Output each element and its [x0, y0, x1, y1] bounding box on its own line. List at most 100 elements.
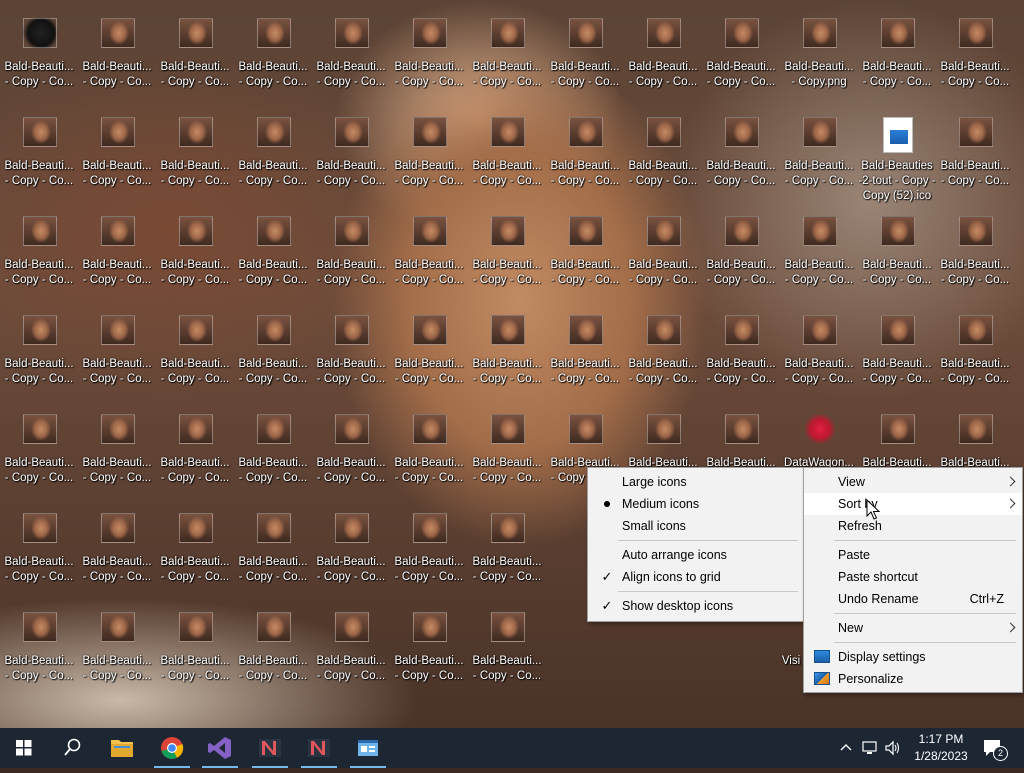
desktop-file-icon[interactable]: Bald-Beauti...- Copy - Co...: [468, 307, 546, 403]
desktop-file-icon[interactable]: Bald-Beauti...- Copy - Co...: [468, 109, 546, 205]
desktop-file-icon[interactable]: Bald-Beauti...- Copy - Co...: [234, 307, 312, 403]
desktop-file-icon[interactable]: Bald-Beauti...- Copy - Co...: [390, 604, 468, 700]
app-n-button-2[interactable]: [295, 728, 343, 768]
desktop-file-icon[interactable]: Bald-Beauti...- Copy - Co...: [624, 10, 702, 106]
search-button[interactable]: [48, 728, 96, 768]
menu-item-new[interactable]: New: [804, 617, 1022, 639]
desktop-file-icon[interactable]: Bald-Beauti...- Copy - Co...: [234, 505, 312, 601]
desktop-file-icon[interactable]: Bald-Beauti...- Copy - Co...: [468, 208, 546, 304]
desktop-file-icon[interactable]: Bald-Beauti...- Copy - Co...: [0, 10, 78, 106]
desktop-file-icon[interactable]: Bald-Beauti...- Copy - Co...: [390, 307, 468, 403]
desktop-file-icon[interactable]: Bald-Beauti...- Copy - Co...: [78, 10, 156, 106]
desktop-file-icon[interactable]: Bald-Beauti...- Copy - Co...: [780, 109, 858, 205]
desktop-file-icon[interactable]: Bald-Beauti...- Copy - Co...: [546, 109, 624, 205]
desktop-file-icon[interactable]: Bald-Beauti...- Copy - Co...: [936, 10, 1014, 106]
desktop-file-icon[interactable]: Bald-Beauti...- Copy - Co...: [546, 10, 624, 106]
desktop-file-icon[interactable]: Bald-Beauti...- Copy - Co...: [702, 109, 780, 205]
menu-item-auto-arrange[interactable]: Auto arrange icons: [588, 544, 804, 566]
desktop-file-icon[interactable]: Bald-Beauti...- Copy - Co...: [468, 10, 546, 106]
desktop-file-icon[interactable]: Bald-Beauti...- Copy - Co...: [156, 109, 234, 205]
desktop-file-icon[interactable]: Bald-Beauti...- Copy - Co...: [390, 505, 468, 601]
desktop-file-icon[interactable]: Bald-Beauti...- Copy - Co...: [780, 307, 858, 403]
desktop-file-icon[interactable]: Bald-Beauti...- Copy - Co...: [468, 406, 546, 502]
desktop-file-icon[interactable]: Bald-Beauti...- Copy - Co...: [78, 307, 156, 403]
menu-item-sort-by[interactable]: Sort by: [804, 493, 1022, 515]
menu-item-show-desktop-icons[interactable]: ✓ Show desktop icons: [588, 595, 804, 617]
desktop-file-icon[interactable]: Bald-Beauti...- Copy - Co...: [702, 10, 780, 106]
menu-item-personalize[interactable]: Personalize: [804, 668, 1022, 690]
desktop-file-icon[interactable]: Bald-Beauti...- Copy - Co...: [156, 604, 234, 700]
desktop-file-icon[interactable]: Bald-Beauti...- Copy - Co...: [312, 604, 390, 700]
desktop-file-icon[interactable]: Bald-Beauti...- Copy - Co...: [858, 307, 936, 403]
desktop-file-icon[interactable]: Bald-Beauti...- Copy - Co...: [312, 109, 390, 205]
desktop-file-icon[interactable]: Bald-Beauti...- Copy - Co...: [390, 406, 468, 502]
volume-button[interactable]: [884, 740, 902, 759]
app-n-button-1[interactable]: [246, 728, 294, 768]
desktop-file-icon[interactable]: Bald-Beauti...- Copy - Co...: [312, 307, 390, 403]
desktop-file-icon[interactable]: Bald-Beauti...- Copy - Co...: [0, 505, 78, 601]
desktop-file-icon[interactable]: Bald-Beauti...- Copy - Co...: [702, 307, 780, 403]
desktop-file-icon[interactable]: Bald-Beauti...- Copy - Co...: [78, 406, 156, 502]
desktop-file-icon[interactable]: Bald-Beauti...- Copy - Co...: [234, 604, 312, 700]
desktop-file-icon[interactable]: Bald-Beauti...- Copy - Co...: [0, 208, 78, 304]
desktop-file-icon[interactable]: Bald-Beauti...- Copy - Co...: [78, 109, 156, 205]
desktop-file-icon[interactable]: Bald-Beauti...- Copy - Co...: [936, 109, 1014, 205]
desktop-file-icon[interactable]: Bald-Beauti...- Copy - Co...: [624, 208, 702, 304]
desktop-file-icon[interactable]: Bald-Beauti...- Copy - Co...: [156, 307, 234, 403]
desktop-file-icon[interactable]: Bald-Beauti...- Copy - Co...: [156, 208, 234, 304]
desktop-file-icon[interactable]: Bald-Beauti...- Copy - Co...: [468, 604, 546, 700]
desktop-file-icon[interactable]: Bald-Beauties -2-tout - Copy - Copy (52)…: [858, 109, 936, 205]
desktop-file-icon[interactable]: Bald-Beauti...- Copy - Co...: [156, 10, 234, 106]
desktop-file-icon[interactable]: Bald-Beauti...- Copy - Co...: [78, 505, 156, 601]
desktop-file-icon[interactable]: Bald-Beauti...- Copy - Co...: [312, 208, 390, 304]
show-hidden-icons-button[interactable]: [838, 740, 854, 759]
desktop-file-icon[interactable]: Bald-Beauti...- Copy - Co...: [936, 208, 1014, 304]
menu-item-refresh[interactable]: Refresh: [804, 515, 1022, 537]
desktop-file-icon[interactable]: Bald-Beauti...- Copy - Co...: [78, 208, 156, 304]
desktop-file-icon[interactable]: Bald-Beauti...- Copy - Co...: [390, 10, 468, 106]
desktop-file-icon[interactable]: Bald-Beauti...- Copy - Co...: [78, 604, 156, 700]
menu-item-small-icons[interactable]: Small icons: [588, 515, 804, 537]
menu-item-view[interactable]: View: [804, 471, 1022, 493]
desktop-file-icon[interactable]: Bald-Beauti...- Copy - Co...: [624, 109, 702, 205]
desktop-file-icon[interactable]: Bald-Beauti...- Copy - Co...: [312, 505, 390, 601]
desktop-file-icon[interactable]: Bald-Beauti...- Copy - Co...: [624, 307, 702, 403]
visual-studio-button[interactable]: [196, 728, 244, 768]
desktop-file-icon[interactable]: Bald-Beauti...- Copy - Co...: [234, 406, 312, 502]
menu-item-large-icons[interactable]: Large icons: [588, 471, 804, 493]
desktop-file-icon[interactable]: Bald-Beauti...- Copy - Co...: [546, 307, 624, 403]
desktop-file-icon[interactable]: Bald-Beauti...- Copy - Co...: [234, 208, 312, 304]
desktop-file-icon[interactable]: Bald-Beauti...- Copy - Co...: [234, 10, 312, 106]
chrome-button[interactable]: [148, 728, 196, 768]
menu-item-paste-shortcut[interactable]: Paste shortcut: [804, 566, 1022, 588]
desktop-file-icon[interactable]: Bald-Beauti...- Copy - Co...: [0, 307, 78, 403]
desktop-file-icon[interactable]: Bald-Beauti...- Copy - Co...: [312, 406, 390, 502]
desktop-file-icon[interactable]: Bald-Beauti...- Copy - Co...: [156, 505, 234, 601]
file-explorer-button[interactable]: [98, 728, 146, 768]
menu-item-undo-rename[interactable]: Undo Rename Ctrl+Z: [804, 588, 1022, 610]
menu-item-align-to-grid[interactable]: ✓ Align icons to grid: [588, 566, 804, 588]
menu-item-paste[interactable]: Paste: [804, 544, 1022, 566]
desktop-file-icon[interactable]: Bald-Beauti...- Copy - Co...: [312, 10, 390, 106]
desktop-file-icon[interactable]: Bald-Beauti...- Copy - Co...: [234, 109, 312, 205]
network-button[interactable]: [862, 740, 880, 759]
desktop-file-icon[interactable]: Bald-Beauti...- Copy - Co...: [546, 208, 624, 304]
system-clock[interactable]: 1:17 PM 1/28/2023: [906, 731, 976, 765]
desktop-file-icon[interactable]: Bald-Beauti...- Copy - Co...: [0, 406, 78, 502]
desktop-file-icon[interactable]: Bald-Beauti...- Copy - Co...: [936, 307, 1014, 403]
desktop-file-icon[interactable]: Bald-Beauti...- Copy - Co...: [858, 10, 936, 106]
start-button[interactable]: [0, 728, 48, 768]
desktop-file-icon[interactable]: Bald-Beauti...- Copy - Co...: [390, 208, 468, 304]
action-center-button[interactable]: 2: [982, 738, 1008, 761]
desktop-file-icon[interactable]: Bald-Beauti...- Copy - Co...: [0, 109, 78, 205]
desktop-file-icon[interactable]: Bald-Beauti...- Copy - Co...: [156, 406, 234, 502]
desktop-file-icon[interactable]: Bald-Beauti...- Copy - Co...: [0, 604, 78, 700]
desktop-file-icon[interactable]: Bald-Beauti...- Copy - Co...: [390, 109, 468, 205]
desktop-file-icon[interactable]: Bald-Beauti...- Copy - Co...: [780, 208, 858, 304]
menu-item-medium-icons[interactable]: Medium icons: [588, 493, 804, 515]
desktop-file-icon[interactable]: Bald-Beauti... - Copy.png: [780, 10, 858, 106]
menu-item-display-settings[interactable]: Display settings: [804, 646, 1022, 668]
app-window-button[interactable]: [344, 728, 392, 768]
desktop-file-icon[interactable]: Bald-Beauti...- Copy - Co...: [468, 505, 546, 601]
desktop-file-icon[interactable]: Bald-Beauti...- Copy - Co...: [702, 208, 780, 304]
